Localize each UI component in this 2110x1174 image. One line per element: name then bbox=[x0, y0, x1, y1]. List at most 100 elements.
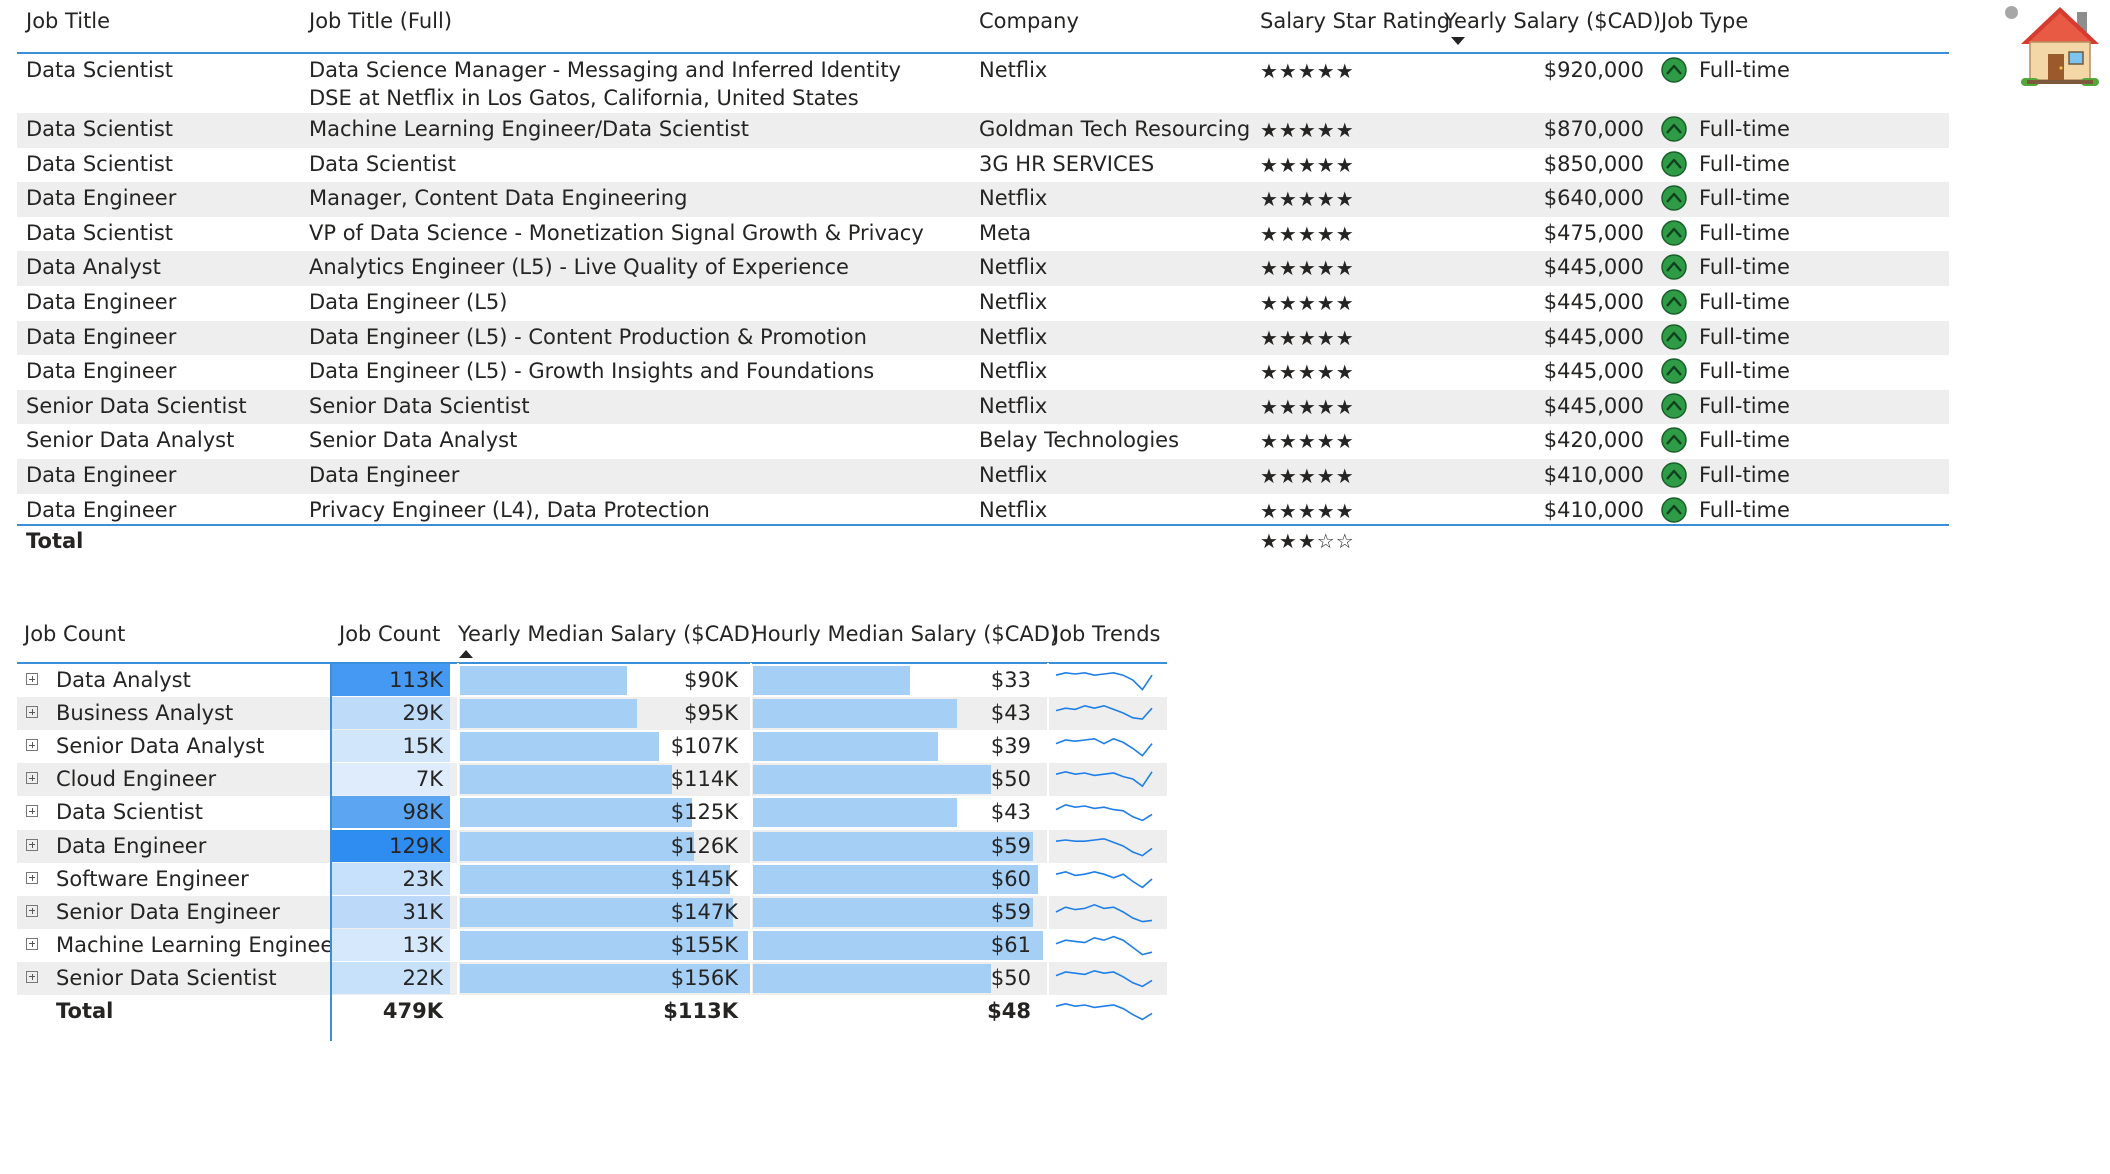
matrix-header-job-trends[interactable]: Job Trends bbox=[1053, 622, 1160, 646]
yearly-median-value: $155K bbox=[670, 932, 738, 957]
cell-company: Netflix bbox=[979, 463, 1048, 487]
job-count-value: 23K bbox=[402, 866, 444, 891]
cell-job-type: Full-time bbox=[1699, 186, 1790, 211]
matrix-row[interactable]: Software Engineer 23K $145K $60 bbox=[17, 862, 1167, 896]
column-separator bbox=[1047, 663, 1049, 1009]
chevron-up-circle-icon bbox=[1661, 323, 1687, 350]
cell-job-title: Senior Data Scientist bbox=[26, 393, 247, 418]
col-header-company[interactable]: Company bbox=[979, 9, 1079, 33]
total-label: Total bbox=[56, 999, 114, 1023]
expand-icon[interactable] bbox=[26, 706, 38, 719]
matrix-header-row-label[interactable]: Job Count bbox=[24, 622, 125, 646]
matrix-row[interactable]: Machine Learning Engineer 13K $155K $61 bbox=[17, 928, 1167, 962]
col-header-salary-star-rating[interactable]: Salary Star Rating bbox=[1260, 9, 1450, 33]
table-row[interactable]: Data Engineer Privacy Engineer (L4), Data… bbox=[17, 494, 1949, 525]
cell-yearly-salary: $475,000 bbox=[1543, 220, 1644, 245]
jobs-table-total-label: Total bbox=[26, 529, 84, 553]
expand-icon[interactable] bbox=[26, 805, 38, 818]
row-label: Data Engineer bbox=[56, 833, 207, 858]
hourly-median-value: $39 bbox=[990, 734, 1031, 759]
expand-icon[interactable] bbox=[26, 904, 38, 917]
expand-icon[interactable] bbox=[26, 739, 38, 752]
hourly-median-value: $59 bbox=[990, 833, 1031, 858]
col-header-job-title-full[interactable]: Job Title (Full) bbox=[309, 9, 452, 33]
yearly-median-value: $125K bbox=[670, 800, 738, 825]
col-header-job-title[interactable]: Job Title bbox=[26, 9, 110, 33]
cell-job-title-full: Privacy Engineer (L4), Data Protection bbox=[309, 497, 710, 522]
table-row[interactable]: Data Analyst Analytics Engineer (L5) - Li… bbox=[17, 251, 1949, 287]
cell-job-title: Data Scientist bbox=[26, 58, 173, 82]
matrix-header-hourly-median[interactable]: Hourly Median Salary ($CAD) bbox=[752, 622, 1058, 646]
row-label: Software Engineer bbox=[56, 866, 249, 891]
house-icon[interactable] bbox=[2017, 2, 2103, 88]
matrix-header-yearly-median[interactable]: Yearly Median Salary ($CAD) bbox=[458, 622, 758, 646]
cell-yearly-salary: $445,000 bbox=[1543, 324, 1644, 349]
job-count-value: 7K bbox=[415, 767, 443, 792]
cell-job-title-full: Machine Learning Engineer/Data Scientist bbox=[309, 117, 750, 141]
col-header-job-type[interactable]: Job Type bbox=[1661, 9, 1748, 33]
table-row[interactable]: Senior Data Scientist Senior Data Scienti… bbox=[17, 389, 1949, 426]
expand-icon[interactable] bbox=[26, 838, 38, 851]
cell-company: Netflix bbox=[979, 393, 1048, 418]
jobs-table-total-rule bbox=[17, 524, 1949, 526]
cell-job-type: Full-time bbox=[1699, 290, 1790, 314]
cell-yearly-salary: $920,000 bbox=[1543, 58, 1644, 82]
matrix-row[interactable]: Senior Data Analyst 15K $107K $39 bbox=[17, 730, 1167, 763]
hourly-median-value: $50 bbox=[990, 965, 1031, 990]
yearly-median-value: $107K bbox=[670, 734, 738, 759]
job-count-value: 13K bbox=[402, 932, 444, 957]
table-row[interactable]: Data Engineer Manager, Content Data Engin… bbox=[17, 182, 1949, 218]
trend-sparkline bbox=[1055, 870, 1153, 888]
cell-job-title: Data Scientist bbox=[26, 151, 173, 176]
cell-yearly-salary: $445,000 bbox=[1543, 359, 1644, 384]
yearly-median-value: $156K bbox=[670, 965, 738, 990]
cell-job-title: Data Engineer bbox=[26, 290, 177, 314]
matrix-row[interactable]: Cloud Engineer 7K $114K $50 bbox=[17, 763, 1167, 797]
trend-sparkline bbox=[1055, 738, 1153, 757]
table-row[interactable]: Data Engineer Data Engineer (L5) - Growth… bbox=[17, 355, 1949, 391]
expand-icon[interactable] bbox=[26, 871, 38, 884]
expand-icon[interactable] bbox=[26, 937, 38, 950]
matrix-row[interactable]: Senior Data Engineer 31K $147K $59 bbox=[17, 895, 1167, 929]
job-count-value: 15K bbox=[402, 734, 444, 759]
table-row[interactable]: Data Scientist Data Scientist 3G HR SERVIC… bbox=[17, 148, 1949, 184]
matrix-row[interactable]: Senior Data Scientist 22K $156K $50 bbox=[17, 961, 1167, 995]
matrix-row[interactable]: Data Scientist 98K $125K $43 bbox=[17, 796, 1167, 829]
job-count-value: 98K bbox=[402, 800, 444, 825]
trend-sparkline bbox=[1055, 671, 1153, 691]
row-label: Data Scientist bbox=[56, 800, 203, 825]
table-row[interactable]: Data Scientist VP of Data Science - Monet… bbox=[17, 217, 1949, 253]
expand-icon[interactable] bbox=[26, 673, 38, 685]
sort-descending-icon bbox=[1451, 37, 1465, 45]
matrix-row[interactable]: Data Analyst 113K $90K $33 bbox=[17, 664, 1167, 697]
matrix-row[interactable]: Data Engineer 129K $126K $59 bbox=[17, 829, 1167, 863]
cell-star-rating: ★★★★★ bbox=[1260, 256, 1355, 281]
cell-star-rating: ★★★★★ bbox=[1260, 118, 1355, 142]
chevron-up-circle-icon bbox=[1661, 57, 1687, 83]
total-job-count: 479K bbox=[382, 999, 443, 1023]
table-row[interactable]: Senior Data Analyst Senior Data Analyst Be… bbox=[17, 424, 1949, 460]
cell-company: Netflix bbox=[979, 359, 1048, 384]
expand-icon[interactable] bbox=[26, 970, 38, 983]
cell-job-type: Full-time bbox=[1699, 393, 1790, 418]
matrix-row[interactable]: Business Analyst 29K $95K $43 bbox=[17, 697, 1167, 731]
cell-job-type: Full-time bbox=[1699, 255, 1790, 280]
cell-job-type: Full-time bbox=[1699, 324, 1790, 349]
table-row[interactable]: Data Scientist Data Science Manager - Mes… bbox=[17, 53, 1949, 114]
row-label: Senior Data Scientist bbox=[56, 965, 277, 990]
table-row[interactable]: Data Engineer Data Engineer (L5) - Conten… bbox=[17, 320, 1949, 357]
table-row[interactable]: Data Engineer Data Engineer Netflix ★★★★★ $4… bbox=[17, 459, 1949, 495]
cell-job-title: Senior Data Analyst bbox=[26, 428, 235, 453]
chevron-up-circle-icon bbox=[1661, 358, 1687, 384]
trend-sparkline bbox=[1055, 771, 1153, 788]
cell-job-type: Full-time bbox=[1699, 497, 1790, 522]
jobs-table-header: Job Title Job Title (Full) Company Salar… bbox=[17, 0, 1949, 54]
expand-icon[interactable] bbox=[26, 772, 38, 785]
matrix-header-job-count[interactable]: Job Count bbox=[339, 622, 440, 646]
matrix-header: Job Count Job Count Yearly Median Salary… bbox=[17, 600, 1167, 664]
table-row[interactable]: Data Scientist Machine Learning Engineer/… bbox=[17, 113, 1949, 149]
jobs-table-total-stars: ★★★☆☆ bbox=[1260, 529, 1355, 553]
col-header-yearly-salary[interactable]: Yearly Salary ($CAD) bbox=[1444, 9, 1661, 33]
table-row[interactable]: Data Engineer Data Engineer (L5) Netflix ★★… bbox=[17, 286, 1949, 322]
jobs-table-body[interactable]: Data Scientist Data Science Manager - Mes… bbox=[17, 53, 1949, 525]
